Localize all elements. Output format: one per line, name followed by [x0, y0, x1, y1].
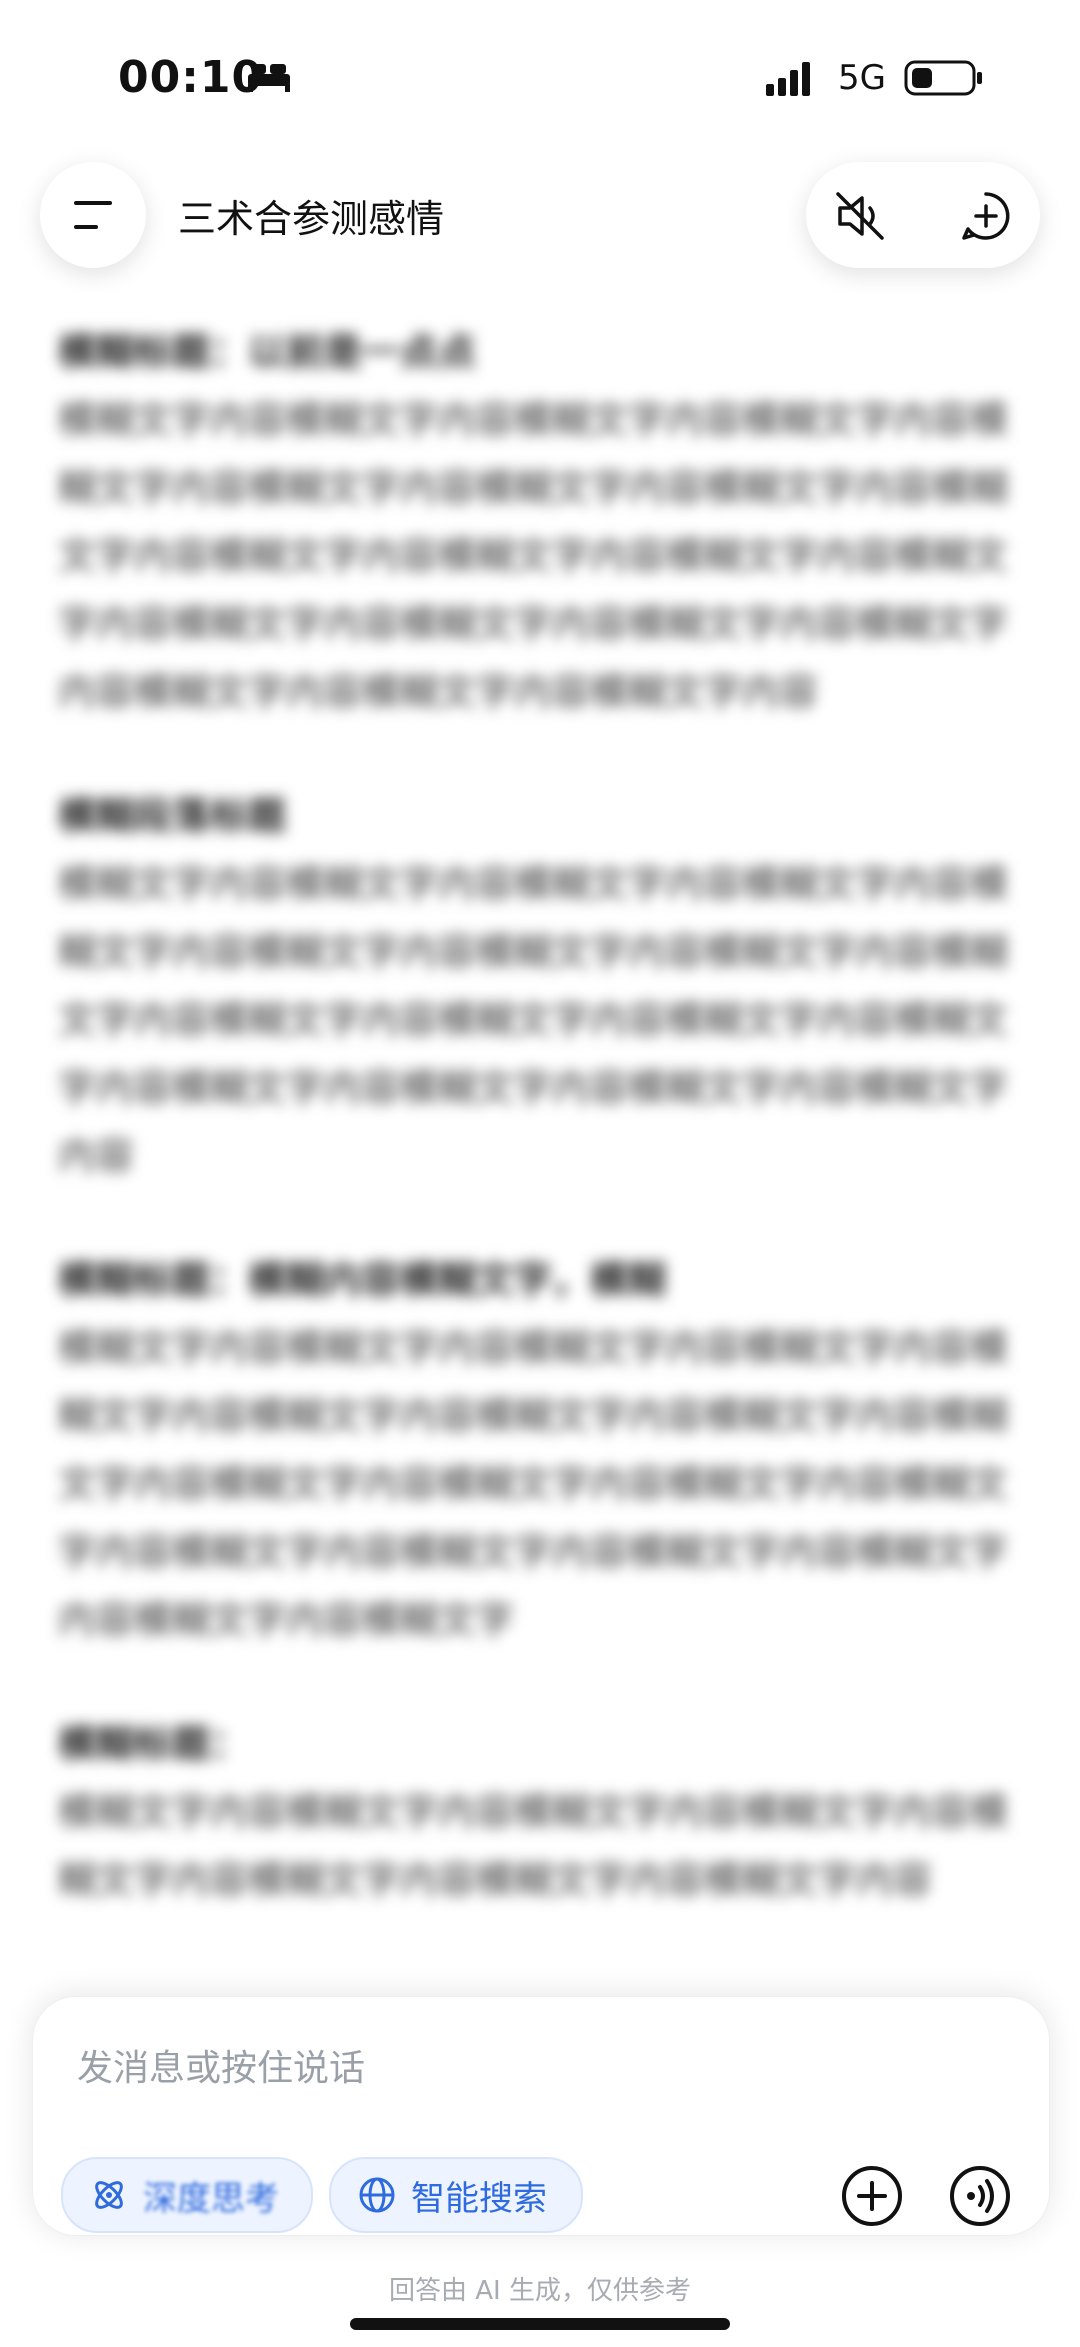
deep-think-button[interactable]: 深度思考: [61, 2157, 313, 2233]
voice-icon[interactable]: [947, 2163, 1013, 2229]
web-search-label: 智能搜索: [411, 2178, 547, 2219]
deep-think-label: 深度思考: [143, 2178, 279, 2219]
speaker-mute-icon[interactable]: [832, 188, 888, 244]
section-heading: 模糊标题：: [58, 1722, 249, 1766]
message-input[interactable]: 发消息或按住说话: [77, 2039, 365, 2091]
battery-icon: [904, 60, 982, 96]
chat-answer: 模糊标题：以前是一点点 模糊文字内容模糊文字内容模糊文字内容模糊文字内容模糊文字…: [58, 318, 1020, 1970]
answer-section: 模糊标题：模糊内容模糊文字，模糊 模糊文字内容模糊文字内容模糊文字内容模糊文字内…: [58, 1246, 1020, 1654]
section-body: 模糊文字内容模糊文字内容模糊文字内容模糊文字内容模糊文字内容模糊文字内容模糊文字…: [58, 1326, 1009, 1642]
answer-section: 模糊段落标题 模糊文字内容模糊文字内容模糊文字内容模糊文字内容模糊文字内容模糊文…: [58, 782, 1020, 1190]
answer-section: 模糊标题： 模糊文字内容模糊文字内容模糊文字内容模糊文字内容模糊文字内容模糊文字…: [58, 1710, 1020, 1914]
status-time: 00:10: [118, 52, 264, 103]
message-composer: 发消息或按住说话 深度思考 智能搜索: [32, 1996, 1050, 2236]
home-indicator[interactable]: [350, 2318, 730, 2330]
web-search-button[interactable]: 智能搜索: [329, 2157, 583, 2233]
section-heading: 模糊标题：以前是一点点: [58, 330, 477, 374]
atom-icon: [95, 2181, 123, 2209]
plus-icon[interactable]: [839, 2163, 905, 2229]
globe-icon: [359, 2177, 395, 2213]
status-bar: 00:10 5G: [0, 0, 1080, 150]
section-body: 模糊文字内容模糊文字内容模糊文字内容模糊文字内容模糊文字内容模糊文字内容模糊文字…: [58, 1790, 1009, 1902]
new-chat-icon[interactable]: [958, 188, 1014, 244]
header-actions: [806, 162, 1040, 268]
section-body: 模糊文字内容模糊文字内容模糊文字内容模糊文字内容模糊文字内容模糊文字内容模糊文字…: [58, 398, 1009, 714]
bed-icon: [248, 64, 290, 92]
section-body: 模糊文字内容模糊文字内容模糊文字内容模糊文字内容模糊文字内容模糊文字内容模糊文字…: [58, 862, 1009, 1178]
signal-icon: [766, 62, 810, 96]
section-heading: 模糊标题：模糊内容模糊文字，模糊: [58, 1258, 667, 1302]
answer-section: 模糊标题：以前是一点点 模糊文字内容模糊文字内容模糊文字内容模糊文字内容模糊文字…: [58, 318, 1020, 726]
page-title: 三术合参测感情: [178, 197, 445, 241]
ai-disclaimer: 回答由 AI 生成，仅供参考: [389, 2276, 691, 2306]
menu-icon: [74, 201, 112, 229]
menu-button[interactable]: [40, 162, 146, 268]
section-heading: 模糊段落标题: [58, 794, 287, 838]
network-type: 5G: [838, 58, 886, 98]
